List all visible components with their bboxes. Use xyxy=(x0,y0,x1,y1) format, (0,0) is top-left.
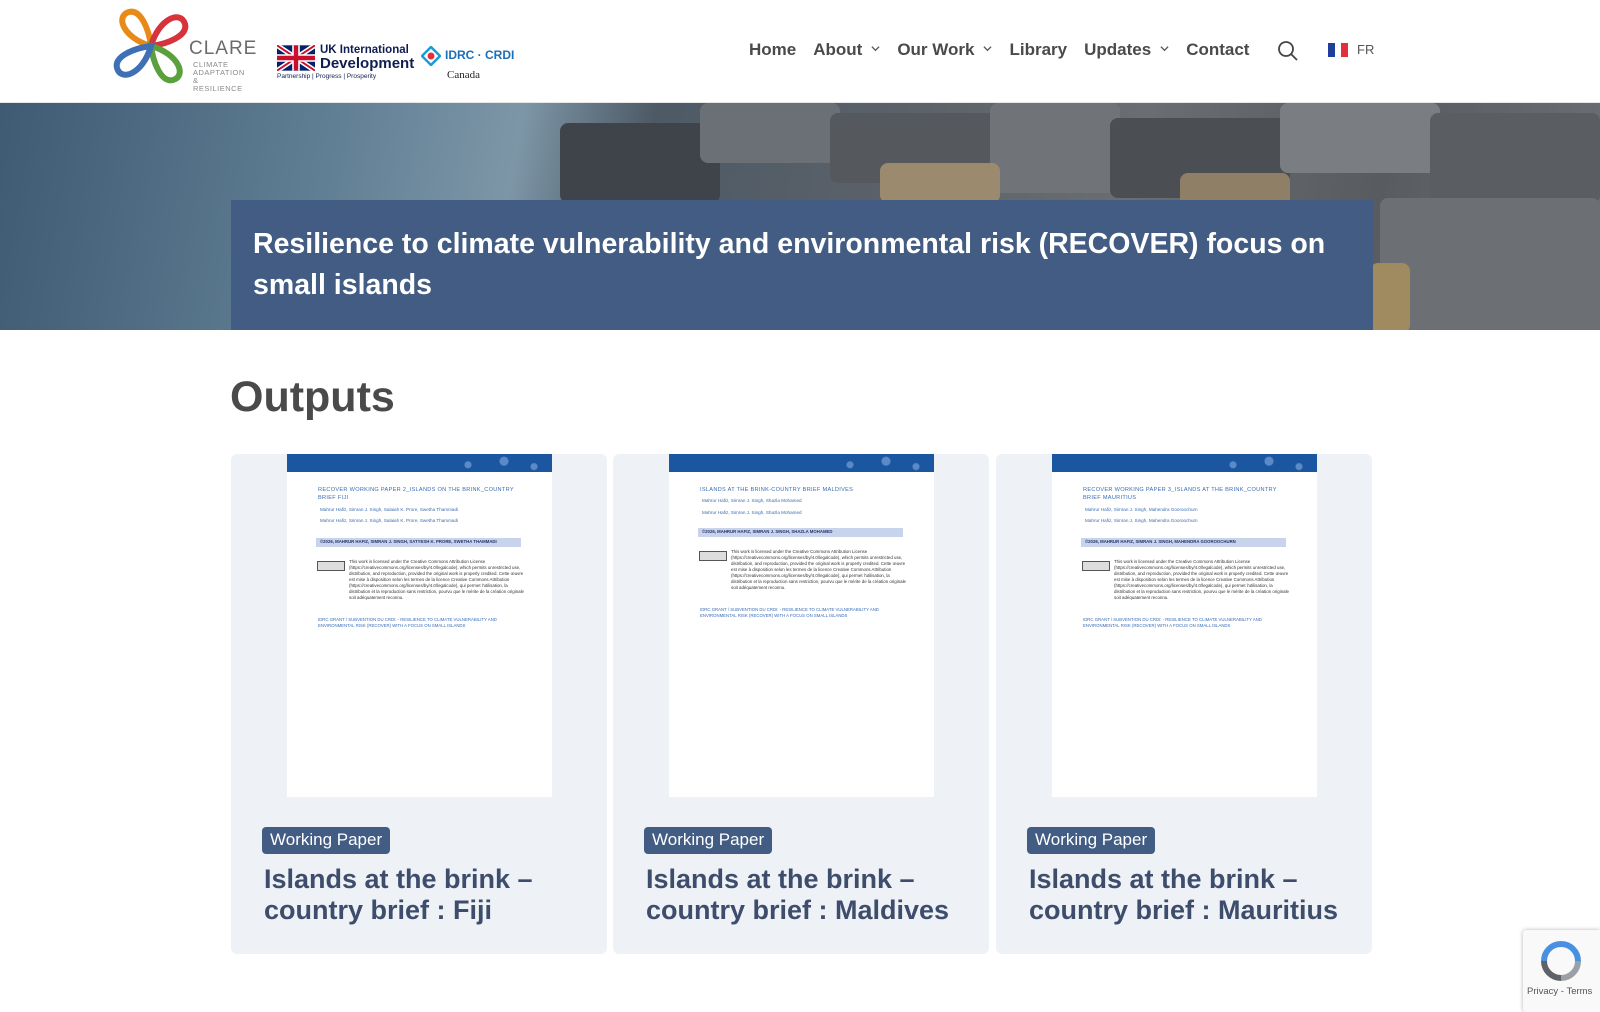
chevron-down-icon xyxy=(1160,46,1169,52)
thumbnail-license: This work is licensed under the Creative… xyxy=(731,549,906,590)
page-title: Resilience to climate vulnerability and … xyxy=(253,228,1326,301)
thumbnail-title: ISLANDS AT THE BRINK-COUNTRY BRIEF MALDI… xyxy=(700,487,854,493)
clare-logo[interactable]: CLARE CLIMATE ADAPTATION & RESILIENCE xyxy=(113,8,256,93)
idrc-logo[interactable]: IDRC · CRDI Canada xyxy=(421,44,515,84)
card-title-link[interactable]: Islands at the brink – country brief : F… xyxy=(264,864,594,926)
document-thumbnail[interactable]: ISLANDS AT THE BRINK-COUNTRY BRIEF MALDI… xyxy=(669,454,934,797)
language-switcher[interactable]: FR xyxy=(1328,42,1374,57)
nav-home[interactable]: Home xyxy=(749,40,796,60)
creative-commons-icon xyxy=(1082,561,1110,571)
document-thumbnail[interactable]: RECOVER WORKING PAPER 2_ISLANDS ON THE B… xyxy=(287,454,552,797)
thumbnail-copyright-bar: ©2026, MAHRUR HAFIZ, SIMRAN J. SINGH, SA… xyxy=(316,538,521,547)
thumbnail-authors: Mahrur Hafiz, Simran J. Singh, Salaiah K… xyxy=(320,518,459,523)
canada-wordmark: Canada xyxy=(447,69,480,81)
card-title-link[interactable]: Islands at the brink – country brief : M… xyxy=(646,864,976,926)
clare-flower-icon xyxy=(113,8,189,84)
category-badge[interactable]: Working Paper xyxy=(644,827,773,854)
output-card[interactable]: RECOVER WORKING PAPER 3_ISLANDS AT THE B… xyxy=(996,454,1372,954)
creative-commons-icon xyxy=(699,551,727,561)
recaptcha-icon xyxy=(1541,941,1581,981)
thumbnail-copyright-bar: ©2026, MAHRUR HAFIZ, SIMRAN J. SINGH, MA… xyxy=(1081,538,1286,547)
thumbnail-header-band xyxy=(287,454,552,472)
language-label: FR xyxy=(1357,42,1375,57)
category-badge[interactable]: Working Paper xyxy=(262,827,391,854)
uk-international-development-logo[interactable]: UK International Development Partnership… xyxy=(277,44,415,84)
thumbnail-title: RECOVER WORKING PAPER 3_ISLANDS AT THE B… xyxy=(1083,487,1277,501)
category-badge[interactable]: Working Paper xyxy=(1027,827,1156,854)
thumbnail-header-band xyxy=(669,454,934,472)
site-header: CLARE CLIMATE ADAPTATION & RESILIENCE UK… xyxy=(0,0,1600,103)
main-nav: Home About Our Work Library Updates Cont… xyxy=(749,38,1266,62)
recaptcha-links: Privacy - Terms xyxy=(1527,986,1592,997)
recaptcha-terms-link[interactable]: Terms xyxy=(1566,986,1592,997)
search-button[interactable] xyxy=(1277,40,1299,62)
nav-library[interactable]: Library xyxy=(1009,40,1067,60)
thumbnail-authors: Mahrur Hafiz, Simran J. Singh, Mahendra … xyxy=(1085,507,1198,512)
france-flag-icon xyxy=(1328,42,1349,57)
thumbnail-license: This work is licensed under the Creative… xyxy=(1114,559,1289,600)
search-icon xyxy=(1278,41,1298,61)
thumbnail-header-band xyxy=(1052,454,1317,472)
thumbnail-authors: Mahrur Hafiz, Simran J. Singh, Shazla Mo… xyxy=(702,498,802,503)
chevron-down-icon xyxy=(983,46,993,52)
hero-title-box: Resilience to climate vulnerability and … xyxy=(231,200,1373,330)
output-card[interactable]: RECOVER WORKING PAPER 2_ISLANDS ON THE B… xyxy=(231,454,607,954)
thumbnail-footer: IDRC GRANT / SUBVENTION DU CRDI: - RESIL… xyxy=(318,617,497,628)
thumbnail-license: This work is licensed under the Creative… xyxy=(349,559,524,600)
thumbnail-footer: IDRC GRANT / SUBVENTION DU CRDI: - RESIL… xyxy=(700,607,879,618)
outputs-heading: Outputs xyxy=(230,373,395,421)
idrc-text: IDRC · CRDI xyxy=(445,48,515,62)
nav-about[interactable]: About xyxy=(813,40,880,60)
output-card[interactable]: ISLANDS AT THE BRINK-COUNTRY BRIEF MALDI… xyxy=(613,454,989,954)
nav-updates[interactable]: Updates xyxy=(1084,40,1169,60)
nav-contact[interactable]: Contact xyxy=(1186,40,1249,60)
thumbnail-authors: Mahrur Hafiz, Simran J. Singh, Salaiah K… xyxy=(320,507,459,512)
chevron-down-icon xyxy=(871,46,880,52)
clare-name: CLARE xyxy=(189,38,258,59)
document-thumbnail[interactable]: RECOVER WORKING PAPER 3_ISLANDS AT THE B… xyxy=(1052,454,1317,797)
ukid-line2: Development xyxy=(320,55,415,72)
recaptcha-badge[interactable]: Privacy - Terms xyxy=(1523,930,1600,1012)
recaptcha-privacy-link[interactable]: Privacy xyxy=(1527,986,1558,997)
thumbnail-authors: Mahrur Hafiz, Simran J. Singh, Mahendra … xyxy=(1085,518,1198,523)
thumbnail-copyright-bar: ©2026, MAHRUR HAFIZ, SIMRAN J. SINGH, SH… xyxy=(698,528,903,537)
union-jack-icon xyxy=(277,45,315,71)
ukid-line3: Partnership | Progress | Prosperity xyxy=(277,73,377,80)
clare-tagline: CLIMATE ADAPTATION & RESILIENCE xyxy=(193,60,245,93)
thumbnail-authors: Mahrur Hafiz, Simran J. Singh, Shazla Mo… xyxy=(702,510,802,515)
thumbnail-title: RECOVER WORKING PAPER 2_ISLANDS ON THE B… xyxy=(318,487,514,501)
idrc-diamond-icon xyxy=(421,46,441,66)
card-title-link[interactable]: Islands at the brink – country brief : M… xyxy=(1029,864,1359,926)
thumbnail-footer: IDRC GRANT / SUBVENTION DU CRDI: - RESIL… xyxy=(1083,617,1262,628)
creative-commons-icon xyxy=(317,561,345,571)
hero-banner: Resilience to climate vulnerability and … xyxy=(0,103,1600,330)
nav-our-work[interactable]: Our Work xyxy=(897,40,993,60)
